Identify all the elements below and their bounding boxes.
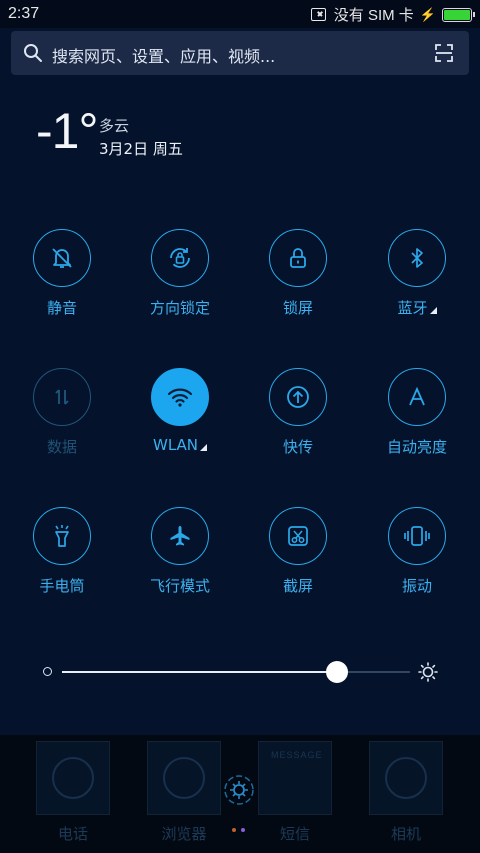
toggle-quick-transfer-label: 快传 [282, 438, 313, 456]
toggle-vibrate[interactable]: 振动 [367, 507, 467, 607]
brightness-low-icon [43, 667, 52, 676]
toggle-lock-screen-label: 锁屏 [282, 299, 313, 317]
search-input[interactable]: 搜索网页、设置、应用、视频... [52, 43, 275, 67]
toggle-lock-screen-button[interactable] [269, 229, 327, 287]
toggle-wlan-label-wrap: WLAN [130, 436, 230, 454]
wifi-icon [167, 388, 193, 407]
status-bar: 2:37 没有 SIM 卡 ⚡ [0, 0, 480, 28]
status-time: 2:37 [8, 5, 40, 22]
toggle-mute[interactable]: 静音 [12, 229, 112, 329]
toggle-lock-screen[interactable]: 锁屏 [248, 229, 348, 329]
weather-condition: 多云 [99, 117, 130, 135]
toggle-screenshot-button[interactable] [269, 507, 327, 565]
phone-icon [36, 741, 110, 815]
scan-icon[interactable] [435, 44, 453, 62]
browser-icon [147, 741, 221, 815]
toggle-airplane-mode[interactable]: 飞行模式 [130, 507, 230, 607]
toggle-mute-label: 静音 [46, 299, 77, 317]
brightness-high-icon [418, 662, 438, 682]
page-indicator [232, 828, 245, 832]
toggle-airplane-mode-button[interactable] [151, 507, 209, 565]
toggle-auto-brightness[interactable]: 自动亮度 [367, 368, 467, 468]
page-dot [232, 828, 236, 832]
toggle-mobile-data[interactable]: 数据 [12, 368, 112, 468]
battery-fill [444, 9, 470, 20]
dock: 电话 浏览器 MESSAGE 短信 相机 [0, 735, 480, 853]
toggle-flashlight-button[interactable] [33, 507, 91, 565]
page-dot [241, 828, 245, 832]
brightness-slider[interactable] [62, 661, 410, 683]
toggle-bluetooth-label: 蓝牙 [397, 299, 428, 317]
toggle-wlan[interactable]: WLAN [130, 368, 230, 468]
toggle-bluetooth-label-wrap: 蓝牙 [367, 297, 467, 318]
weather-temperature: -1° [36, 103, 98, 159]
toggle-rotation-lock-button[interactable] [151, 229, 209, 287]
status-right: 没有 SIM 卡 ⚡ [310, 4, 475, 25]
bluetooth-icon [411, 248, 423, 268]
dock-app-browser-label: 浏览器 [161, 825, 207, 843]
toggle-flashlight[interactable]: 手电筒 [12, 507, 112, 607]
bluetooth-menu-indicator-icon [429, 307, 437, 314]
dock-app-phone[interactable]: 电话 [36, 741, 110, 851]
auto-brightness-icon [409, 386, 425, 406]
toggle-bluetooth[interactable]: 蓝牙 [367, 229, 467, 329]
search-icon [24, 44, 42, 62]
settings-gear-icon[interactable] [222, 773, 256, 807]
rotation-lock-icon [170, 248, 190, 268]
lock-icon [290, 248, 306, 268]
brightness-slider-thumb[interactable] [325, 661, 348, 683]
mute-bell-icon [52, 248, 72, 268]
dock-app-camera-label: 相机 [390, 825, 421, 843]
toggle-bluetooth-button[interactable] [388, 229, 446, 287]
dock-app-phone-label: 电话 [57, 825, 88, 843]
toggle-quick-transfer[interactable]: 快传 [248, 368, 348, 468]
toggle-wlan-label: WLAN [152, 436, 198, 454]
flashlight-icon [55, 525, 69, 547]
toggle-airplane-mode-label: 飞行模式 [149, 577, 210, 595]
toggle-vibrate-button[interactable] [388, 507, 446, 565]
brightness-control [40, 660, 440, 684]
wlan-menu-indicator-icon [200, 444, 207, 451]
toggle-rotation-lock[interactable]: 方向锁定 [130, 229, 230, 329]
toggle-auto-brightness-button[interactable] [388, 368, 446, 426]
message-icon: MESSAGE [258, 741, 332, 815]
toggle-mute-button[interactable] [33, 229, 91, 287]
battery-icon [442, 7, 475, 22]
toggle-screenshot[interactable]: 截屏 [248, 507, 348, 607]
airplane-icon [170, 526, 190, 546]
toggle-mobile-data-label: 数据 [46, 438, 77, 456]
toggle-screenshot-label: 截屏 [282, 577, 313, 595]
toggle-flashlight-label: 手电筒 [39, 577, 85, 595]
toggle-wlan-button[interactable] [151, 368, 209, 426]
screenshot-icon [288, 526, 308, 546]
toggle-quick-transfer-button[interactable] [269, 368, 327, 426]
toggle-vibrate-label: 振动 [401, 577, 432, 595]
charging-icon: ⚡ [419, 6, 436, 22]
quick-transfer-icon [287, 386, 309, 408]
dock-app-camera[interactable]: 相机 [369, 741, 443, 851]
no-sim-icon [310, 8, 326, 21]
brightness-slider-fill [62, 671, 337, 673]
toggle-rotation-lock-label: 方向锁定 [149, 299, 210, 317]
dock-app-message-label: 短信 [279, 825, 310, 843]
message-tag: MESSAGE [271, 750, 323, 760]
toggle-auto-brightness-label: 自动亮度 [386, 438, 447, 456]
toggle-mobile-data-button[interactable] [33, 368, 91, 426]
weather-date: 3月2日 周五 [99, 140, 183, 158]
vibrate-icon [404, 526, 430, 546]
mobile-data-icon [55, 389, 69, 405]
dock-app-browser[interactable]: 浏览器 [147, 741, 221, 851]
dock-app-message[interactable]: MESSAGE 短信 [258, 741, 332, 851]
carrier-text: 没有 SIM 卡 [333, 7, 414, 24]
camera-icon [369, 741, 443, 815]
search-bar[interactable]: 搜索网页、设置、应用、视频... [11, 31, 469, 75]
